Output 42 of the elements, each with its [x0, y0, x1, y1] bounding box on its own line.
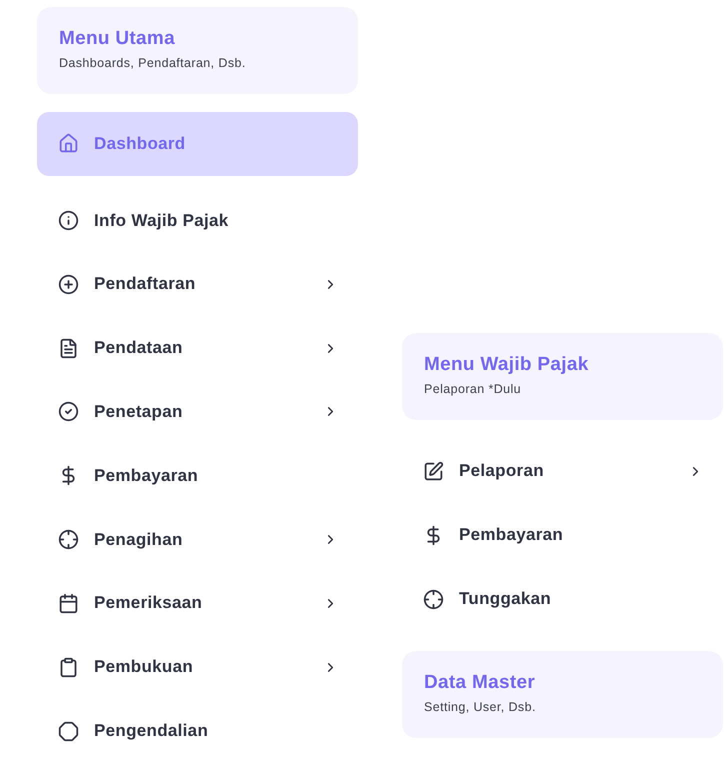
menu-item[interactable]: Pengendalian — [37, 699, 358, 763]
menu-item[interactable]: Pelaporan — [402, 439, 723, 503]
menu-item-label: Pelaporan — [459, 461, 545, 481]
menu-item-label: Penetapan — [94, 402, 184, 422]
octagon-icon — [58, 720, 79, 742]
menu-item[interactable]: Tunggakan — [402, 567, 723, 631]
menu-item[interactable]: Pembayaran — [37, 444, 358, 508]
menu-item-label: Pengendalian — [94, 721, 210, 742]
crosshair-icon — [58, 529, 79, 550]
section-title: Data Master — [424, 672, 536, 694]
house-icon — [58, 133, 79, 154]
menu-item-label: Pembayaran — [459, 525, 564, 545]
calendar-icon — [58, 592, 79, 614]
section-subtitle: Pelaporan *Dulu — [424, 382, 522, 396]
menu-item[interactable]: Pemeriksaan — [37, 572, 358, 636]
menu-item-label: Info Wajib Pajak — [94, 210, 230, 231]
menu-item[interactable]: Pembayaran — [402, 503, 723, 567]
menu-item-label: Dashboard — [94, 134, 186, 154]
check-circle-icon — [58, 401, 79, 422]
menu-item-label: Tunggakan — [459, 589, 552, 609]
menu-item[interactable]: Penetapan — [37, 380, 358, 444]
menu-item-label: Pendaftaran — [94, 274, 197, 294]
info-icon — [58, 210, 79, 232]
section-title: Menu Wajib Pajak — [424, 354, 590, 376]
menu-item[interactable]: Info Wajib Pajak — [37, 188, 358, 252]
menu-item[interactable]: Pendaftaran — [37, 252, 358, 316]
section-subtitle: Setting, User, Dsb. — [424, 700, 537, 714]
document-icon — [58, 338, 79, 359]
menu-item-label: Pembukuan — [94, 657, 194, 678]
menu-item[interactable]: Pembukuan — [37, 635, 358, 700]
clipboard-icon — [58, 656, 79, 678]
menu-item-label: Pembayaran — [94, 466, 200, 486]
menu-item-label: Pemeriksaan — [94, 593, 204, 614]
pencil-square-icon — [423, 460, 444, 482]
menu-item[interactable]: Pendataan — [37, 316, 358, 380]
menu-item-label: Pendataan — [94, 338, 184, 358]
section-title: Menu Utama — [59, 28, 176, 50]
plus-circle-icon — [58, 274, 79, 295]
section-subtitle: Dashboards, Pendaftaran, Dsb. — [59, 56, 247, 70]
menu-item[interactable]: Penagihan — [37, 508, 358, 572]
menu-item-label: Penagihan — [94, 530, 184, 550]
crosshair-icon — [423, 588, 444, 610]
